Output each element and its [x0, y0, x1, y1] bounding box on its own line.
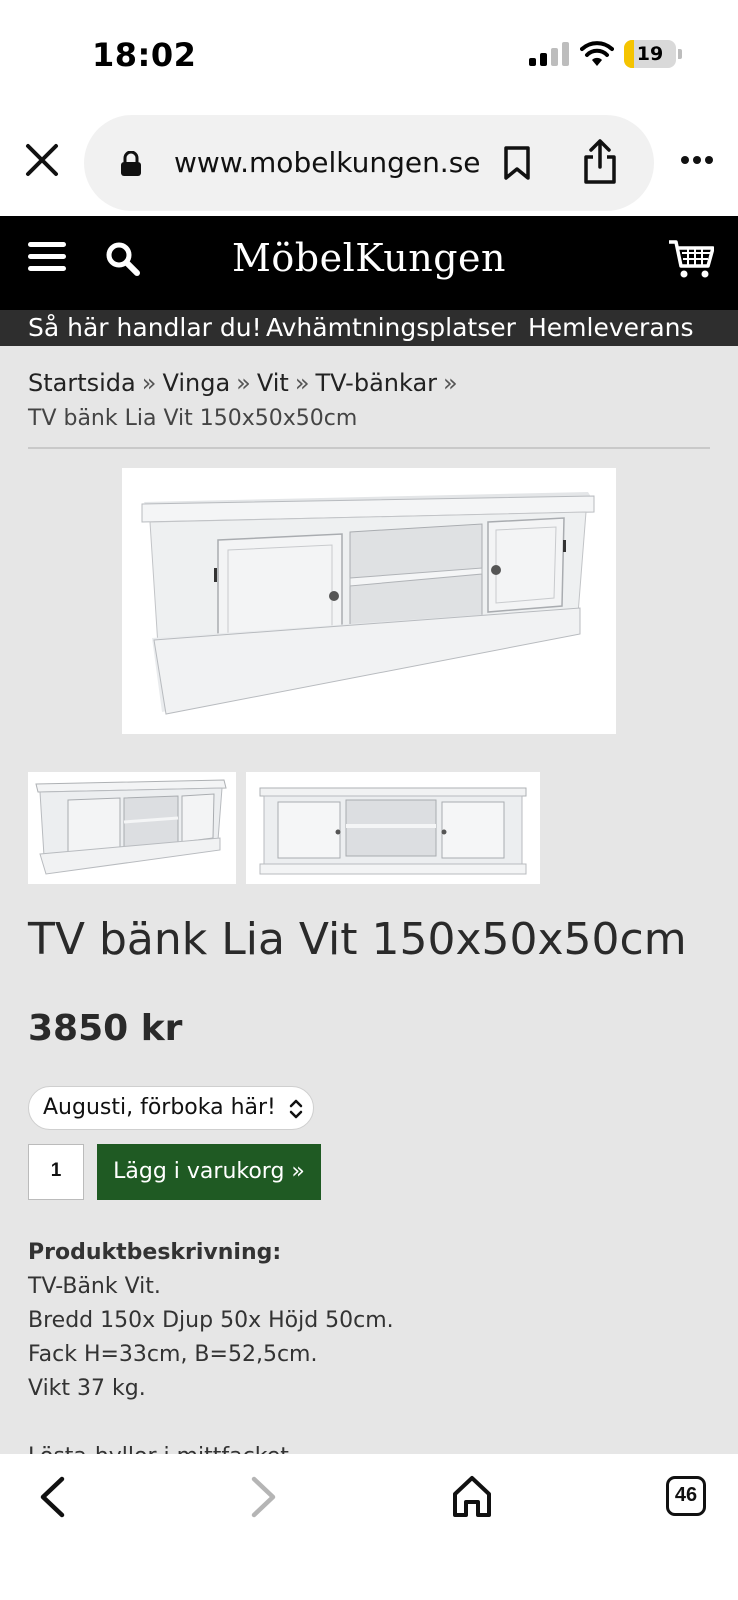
- product-main-image[interactable]: [122, 468, 616, 734]
- description-heading: Produktbeskrivning:: [28, 1240, 282, 1265]
- description-line: TV-Bänk Vit.: [28, 1274, 161, 1299]
- product-thumbnail[interactable]: [246, 772, 540, 884]
- quantity-input[interactable]: 1: [28, 1144, 84, 1200]
- home-icon[interactable]: [452, 1474, 492, 1518]
- battery-icon: 19: [624, 40, 676, 68]
- breadcrumb-separator: »: [294, 369, 310, 397]
- breadcrumb-separator: »: [443, 369, 458, 397]
- status-bar: 18:02 19: [0, 0, 738, 108]
- breadcrumb-link-vit[interactable]: Vit: [257, 369, 289, 397]
- cellular-signal-icon: [529, 42, 569, 66]
- description-line-cut-off: Lösta-hyllor i mittfacket: [28, 1440, 394, 1454]
- page-content: Startsida» Vinga» Vit» TV-bänkar» TV bänk L…: [0, 346, 738, 1454]
- breadcrumb-separator: »: [141, 369, 157, 397]
- battery-percent: 19: [636, 43, 664, 65]
- browser-toolbar: www.mobelkungen.se: [0, 108, 738, 216]
- tv-bench-thumbnail-illustration: [35, 779, 227, 875]
- close-icon[interactable]: [24, 142, 60, 178]
- chevron-up-down-icon: [289, 1099, 303, 1119]
- sub-navigation: Så här handlar du! Avhämtningsplatser He…: [0, 310, 738, 346]
- delivery-option-value: Augusti, förboka här!: [43, 1095, 276, 1120]
- back-arrow-icon[interactable]: [38, 1476, 66, 1518]
- divider: [28, 447, 710, 449]
- browser-bottom-toolbar: 46: [0, 1454, 738, 1600]
- nav-link-pickup-locations[interactable]: Avhämtningsplatser: [266, 313, 516, 342]
- wifi-icon: [580, 41, 614, 66]
- lock-icon: [121, 151, 141, 176]
- more-icon[interactable]: [680, 154, 714, 166]
- share-icon[interactable]: [582, 139, 618, 185]
- cart-icon[interactable]: [668, 238, 714, 280]
- product-price: 3850 kr: [28, 1008, 183, 1049]
- site-logo[interactable]: MöbelKungen: [0, 236, 738, 280]
- tv-bench-front-thumbnail-illustration: [259, 787, 527, 875]
- nav-link-how-to-shop[interactable]: Så här handlar du!: [28, 313, 262, 342]
- status-time: 18:02: [92, 36, 197, 74]
- address-bar[interactable]: www.mobelkungen.se: [84, 115, 654, 211]
- bookmark-icon[interactable]: [502, 145, 532, 181]
- add-to-cart-button[interactable]: Lägg i varukorg »: [97, 1144, 321, 1200]
- battery-cap: [678, 49, 682, 59]
- tabs-counter-button[interactable]: 46: [666, 1476, 706, 1516]
- breadcrumb-link-startsida[interactable]: Startsida: [28, 369, 136, 397]
- tv-bench-illustration: [141, 492, 595, 715]
- breadcrumb-separator: »: [236, 369, 251, 397]
- description-line: Bredd 150x Djup 50x Höjd 50cm.: [28, 1308, 394, 1333]
- forward-arrow-icon[interactable]: [250, 1476, 278, 1518]
- product-description: Produktbeskrivning: TV-Bänk Vit. Bredd 1…: [28, 1236, 394, 1454]
- description-line: Fack H=33cm, B=52,5cm.: [28, 1342, 318, 1367]
- delivery-option-select[interactable]: Augusti, förboka här!: [28, 1086, 314, 1130]
- breadcrumb-link-vinga[interactable]: Vinga: [162, 369, 230, 397]
- nav-link-home-delivery[interactable]: Hemleverans: [528, 313, 694, 342]
- site-header: MöbelKungen: [0, 216, 738, 310]
- breadcrumb-link-tv-bankar[interactable]: TV-bänkar: [316, 369, 438, 397]
- url-text: www.mobelkungen.se: [174, 146, 481, 179]
- breadcrumb: Startsida» Vinga» Vit» TV-bänkar» TV bänk L…: [28, 366, 708, 436]
- description-line: Vikt 37 kg.: [28, 1376, 146, 1401]
- product-thumbnail[interactable]: [28, 772, 236, 884]
- breadcrumb-current: TV bänk Lia Vit 150x50x50cm: [28, 406, 358, 431]
- product-title: TV bänk Lia Vit 150x50x50cm: [28, 914, 687, 965]
